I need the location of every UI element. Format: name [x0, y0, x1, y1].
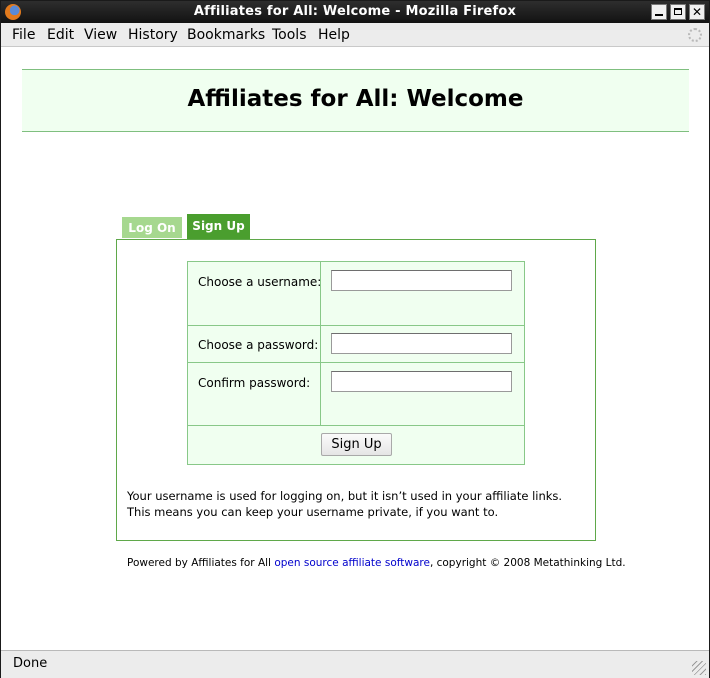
- menu-file[interactable]: File: [12, 27, 35, 43]
- confirm-password-field[interactable]: [331, 371, 512, 392]
- tab-sign-up[interactable]: Sign Up: [187, 214, 250, 240]
- close-icon[interactable]: ✕: [689, 4, 705, 20]
- password-field[interactable]: [331, 333, 512, 354]
- footer-link[interactable]: open source affiliate software: [274, 557, 430, 569]
- throbber-icon: [688, 28, 702, 42]
- tab-log-on[interactable]: Log On: [122, 217, 182, 238]
- confirm-password-label: Confirm password:: [198, 376, 311, 390]
- page-header: Affiliates for All: Welcome: [22, 69, 689, 132]
- browser-window: Affiliates for All: Welcome - Mozilla Fi…: [0, 0, 710, 678]
- password-label: Choose a password:: [198, 338, 319, 352]
- menu-history[interactable]: History: [128, 27, 178, 43]
- maximize-icon[interactable]: [670, 4, 686, 20]
- title-bar[interactable]: Affiliates for All: Welcome - Mozilla Fi…: [1, 1, 709, 23]
- menu-view[interactable]: View: [84, 27, 117, 43]
- status-bar: Done: [1, 650, 709, 678]
- username-field[interactable]: [331, 270, 512, 291]
- row-divider: [188, 425, 524, 426]
- footer: Powered by Affiliates for All open sourc…: [127, 557, 626, 569]
- menu-bookmarks[interactable]: Bookmarks: [187, 27, 265, 43]
- page-title: Affiliates for All: Welcome: [187, 86, 524, 112]
- page-content: Affiliates for All: Welcome Log On Sign …: [1, 47, 709, 649]
- row-divider: [188, 362, 524, 363]
- minimize-icon[interactable]: [651, 4, 667, 20]
- username-label: Choose a username:: [198, 275, 322, 289]
- username-help-text: Your username is used for logging on, bu…: [127, 489, 563, 519]
- menu-tools[interactable]: Tools: [272, 27, 307, 43]
- footer-suffix: , copyright © 2008 Metathinking Ltd.: [429, 557, 626, 569]
- menu-bar: File Edit View History Bookmarks Tools H…: [1, 23, 709, 47]
- menu-help[interactable]: Help: [318, 27, 350, 43]
- resize-grip-icon[interactable]: [692, 661, 706, 675]
- window-title: Affiliates for All: Welcome - Mozilla Fi…: [193, 4, 517, 19]
- row-divider: [188, 325, 524, 326]
- footer-prefix: Powered by Affiliates for All: [127, 557, 275, 569]
- signup-form-table: Choose a username: Choose a password: Co…: [187, 261, 525, 465]
- signup-panel: Choose a username: Choose a password: Co…: [116, 239, 596, 541]
- status-text: Done: [13, 656, 48, 671]
- sign-up-button[interactable]: Sign Up: [321, 433, 392, 456]
- menu-edit[interactable]: Edit: [47, 27, 74, 43]
